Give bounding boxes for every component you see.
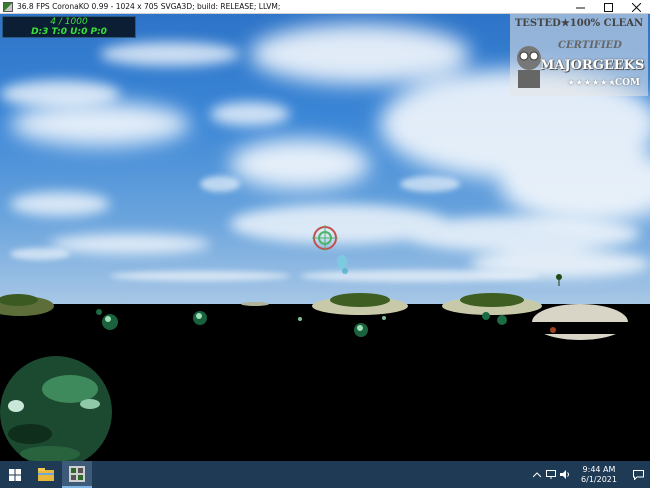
- network-icon: [546, 470, 556, 479]
- island-left: [0, 294, 54, 316]
- crosshair-icon: [312, 225, 338, 251]
- notification-icon: [632, 469, 644, 480]
- progress-counter: 4 / 1000: [50, 17, 88, 27]
- watermark-domain: .COM: [611, 78, 640, 88]
- windows-logo-icon: [9, 468, 21, 481]
- minimize-icon: [575, 7, 585, 8]
- minimize-button[interactable]: [566, 0, 594, 14]
- palm-tree: [556, 274, 562, 286]
- watermark-tested: TESTED★100% CLEAN: [514, 18, 644, 29]
- volume-button[interactable]: [558, 461, 572, 488]
- maximize-button[interactable]: [594, 0, 622, 14]
- chevron-up-icon: [533, 471, 541, 477]
- clock-time: 9:44 AM: [582, 464, 616, 474]
- watermark-certified: CERTIFIED: [558, 40, 622, 51]
- windows-taskbar: 9:44 AM 6/1/2021: [0, 461, 650, 488]
- coronako-app-icon: [69, 465, 85, 482]
- sandbar: [241, 302, 269, 306]
- window-controls: [566, 0, 650, 14]
- maximize-icon: [603, 2, 613, 12]
- majorgeeks-watermark: TESTED★100% CLEAN CERTIFIED MAJORGEEKS ★…: [510, 14, 648, 96]
- system-tray: 9:44 AM 6/1/2021: [530, 461, 650, 488]
- folder-icon: [38, 468, 54, 481]
- large-bubble: [0, 356, 112, 461]
- island-center: [312, 293, 408, 315]
- taskbar-file-explorer[interactable]: [30, 461, 62, 488]
- taskbar-clock[interactable]: 9:44 AM 6/1/2021: [572, 465, 626, 485]
- island-right: [442, 293, 542, 315]
- speaker-icon: [560, 470, 569, 479]
- clock-date: 6/1/2021: [581, 474, 617, 484]
- island-far-right: [530, 304, 630, 340]
- close-icon: [631, 2, 641, 12]
- bubbles: [96, 309, 556, 337]
- app-icon: [3, 1, 13, 12]
- close-button[interactable]: [622, 0, 650, 14]
- floating-target: [337, 255, 348, 274]
- window-titlebar[interactable]: 36.8 FPS CoronaKO 0.99 - 1024 x 705 SVGA…: [0, 0, 650, 14]
- taskbar-coronako-app[interactable]: [62, 461, 92, 488]
- stats-line: D:3 T:0 U:0 P:0: [31, 27, 107, 37]
- game-viewport[interactable]: 4 / 1000 D:3 T:0 U:0 P:0 TESTED★100% CLE…: [0, 14, 650, 461]
- game-hud: 4 / 1000 D:3 T:0 U:0 P:0: [2, 16, 136, 38]
- action-center-button[interactable]: [626, 461, 650, 488]
- start-button[interactable]: [0, 461, 30, 488]
- window-title: 36.8 FPS CoronaKO 0.99 - 1024 x 705 SVGA…: [17, 2, 281, 11]
- show-hidden-icons-button[interactable]: [530, 461, 544, 488]
- network-button[interactable]: [544, 461, 558, 488]
- watermark-brand: MAJORGEEKS: [540, 58, 645, 73]
